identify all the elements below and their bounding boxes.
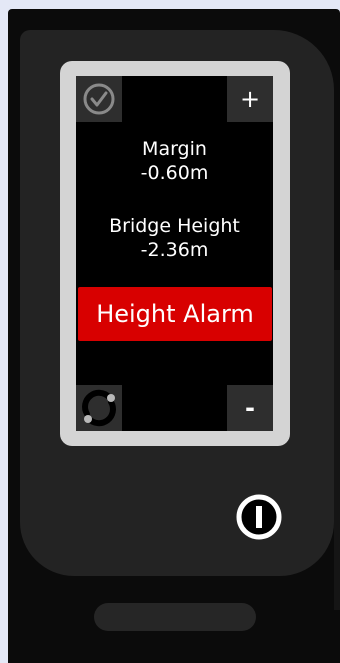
decrease-button[interactable]: - <box>227 385 273 431</box>
refresh-button[interactable] <box>76 385 122 431</box>
power-button[interactable] <box>236 494 282 540</box>
refresh-icon <box>82 389 116 427</box>
bridge-height-label: Bridge Height <box>109 215 240 237</box>
height-alarm-banner: Height Alarm <box>78 287 272 341</box>
increase-button[interactable]: + <box>227 76 273 122</box>
margin-value: -0.60m <box>140 162 209 184</box>
margin-label: Margin <box>142 138 207 160</box>
bridge-height-readout: Bridge Height -2.36m <box>76 214 273 262</box>
margin-readout: Margin -0.60m <box>76 137 273 185</box>
alarm-text: Height Alarm <box>96 300 254 328</box>
plus-label: + <box>239 85 261 113</box>
bridge-height-value: -2.36m <box>140 239 209 261</box>
device-side-slot <box>334 270 340 610</box>
power-icon <box>236 494 282 540</box>
check-circle-icon <box>83 83 115 115</box>
display-screen: + Margin -0.60m Bridge Height -2.36m Hei… <box>76 76 273 431</box>
device-grip <box>94 603 256 631</box>
confirm-button[interactable] <box>76 76 122 122</box>
minus-label: - <box>245 394 255 422</box>
